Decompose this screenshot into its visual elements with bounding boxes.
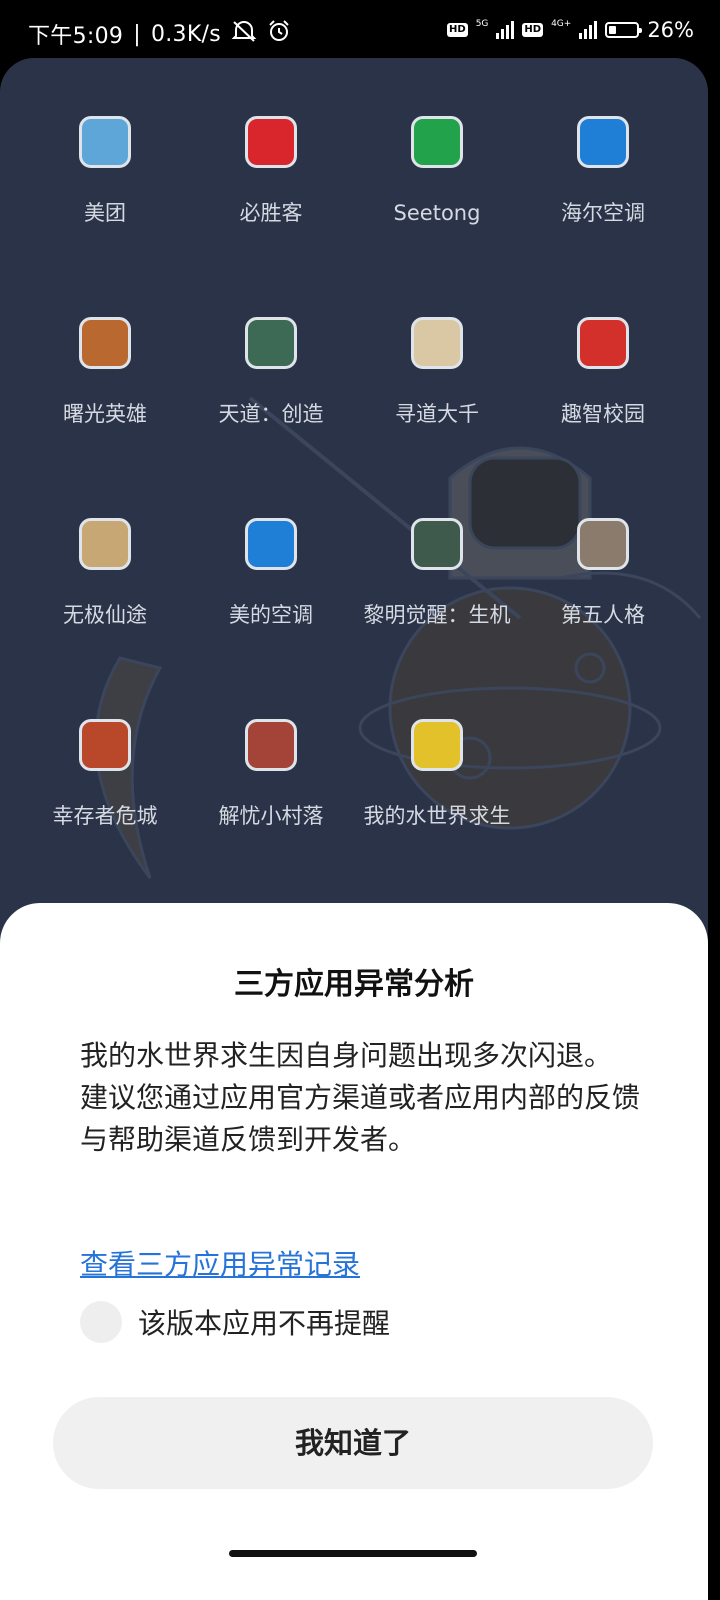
- app-label: 无极仙途: [63, 603, 147, 627]
- midea-ac-icon: [245, 518, 297, 570]
- battery-percent: 26%: [647, 18, 694, 42]
- dialog-title: 三方应用异常分析: [234, 967, 474, 1002]
- app-item[interactable]: 幸存者危城: [22, 719, 188, 831]
- app-label: 趣智校园: [561, 402, 645, 426]
- dont-remind-checkbox[interactable]: [80, 1301, 122, 1343]
- mute-icon: [231, 19, 257, 49]
- pizzahut-icon: [245, 116, 297, 168]
- app-item[interactable]: 趣智校园: [520, 317, 686, 429]
- app-label: 解忧小村落: [218, 804, 324, 828]
- tiandao-icon: [245, 317, 297, 369]
- battery-fill: [609, 26, 617, 34]
- app-label: 曙光英雄: [63, 402, 147, 426]
- status-separator: |: [133, 21, 141, 47]
- app-item[interactable]: 海尔空调: [520, 116, 686, 228]
- app-item[interactable]: 黎明觉醒：生机: [354, 518, 520, 630]
- app-label: 天道：创造: [218, 402, 324, 426]
- dialog-message-line1: 我的水世界求生因自身问题出现多次闪退。: [80, 1039, 613, 1072]
- app-label: 我的水世界求生: [363, 804, 511, 828]
- alarm-icon: [267, 19, 291, 49]
- view-crash-records-link[interactable]: 查看三方应用异常记录: [80, 1243, 360, 1283]
- battery-icon: [605, 22, 643, 38]
- app-item[interactable]: 解忧小村落: [188, 719, 354, 831]
- app-item[interactable]: 必胜客: [188, 116, 354, 228]
- shuguang-icon: [79, 317, 131, 369]
- survivor-icon: [79, 719, 131, 771]
- dialog-message: 我的水世界求生因自身问题出现多次闪退。 建议您通过应用官方渠道或者应用内部的反馈…: [80, 1035, 640, 1161]
- quzhi-icon: [577, 317, 629, 369]
- dialog-message-line2: 建议您通过应用官方渠道或者应用内部的反馈与帮助渠道反馈到开发者。: [80, 1081, 641, 1156]
- crash-analysis-dialog: 三方应用异常分析 我的水世界求生因自身问题出现多次闪退。 建议您通过应用官方渠道…: [0, 903, 708, 1600]
- app-label: 海尔空调: [561, 201, 645, 225]
- haier-ac-icon: [577, 116, 629, 168]
- liming-icon: [411, 518, 463, 570]
- app-label: 第五人格: [561, 603, 645, 627]
- app-label: 黎明觉醒：生机: [363, 603, 511, 627]
- app-item[interactable]: 无极仙途: [22, 518, 188, 630]
- app-label: 必胜客: [239, 201, 303, 225]
- app-item[interactable]: 寻道大千: [354, 317, 520, 429]
- app-item[interactable]: 美团: [22, 116, 188, 228]
- app-item[interactable]: 天道：创造: [188, 317, 354, 429]
- dont-remind-option[interactable]: 该版本应用不再提醒: [80, 1301, 390, 1343]
- app-label: 寻道大千: [395, 402, 479, 426]
- status-left: 下午5:09 | 0.3K/s: [28, 18, 291, 50]
- app-item[interactable]: 第五人格: [520, 518, 686, 630]
- app-item[interactable]: 曙光英雄: [22, 317, 188, 429]
- signal-icon-2: [579, 21, 598, 39]
- status-right: HD 5G HD 4G+ 26%: [447, 18, 694, 42]
- signal-icon: [496, 21, 515, 39]
- status-bar: 下午5:09 | 0.3K/s HD 5G HD 4G+ 26%: [0, 0, 720, 62]
- hd-badge-2: HD: [522, 23, 544, 37]
- seetong-icon: [411, 116, 463, 168]
- app-label: Seetong: [393, 201, 481, 225]
- app-label: 幸存者危城: [52, 804, 158, 828]
- meituan-icon: [79, 116, 131, 168]
- network-type: 5G: [475, 19, 489, 29]
- jieyou-icon: [245, 719, 297, 771]
- app-item[interactable]: 我的水世界求生: [354, 719, 520, 831]
- hd-badge: HD: [447, 23, 468, 37]
- dont-remind-label: 该版本应用不再提醒: [138, 1307, 391, 1340]
- water-world-icon: [411, 719, 463, 771]
- app-item[interactable]: Seetong: [354, 116, 520, 228]
- app-item[interactable]: 美的空调: [188, 518, 354, 630]
- xundao-icon: [411, 317, 463, 369]
- home-indicator[interactable]: [229, 1550, 477, 1557]
- status-speed: 0.3K/s: [150, 21, 222, 47]
- identity-icon: [577, 518, 629, 570]
- wuji-icon: [79, 518, 131, 570]
- app-label: 美的空调: [229, 603, 313, 627]
- network-type-2: 4G+: [551, 19, 572, 29]
- got-it-button[interactable]: 我知道了: [53, 1397, 653, 1489]
- app-label: 美团: [84, 201, 126, 225]
- status-time: 下午5:09: [28, 24, 124, 49]
